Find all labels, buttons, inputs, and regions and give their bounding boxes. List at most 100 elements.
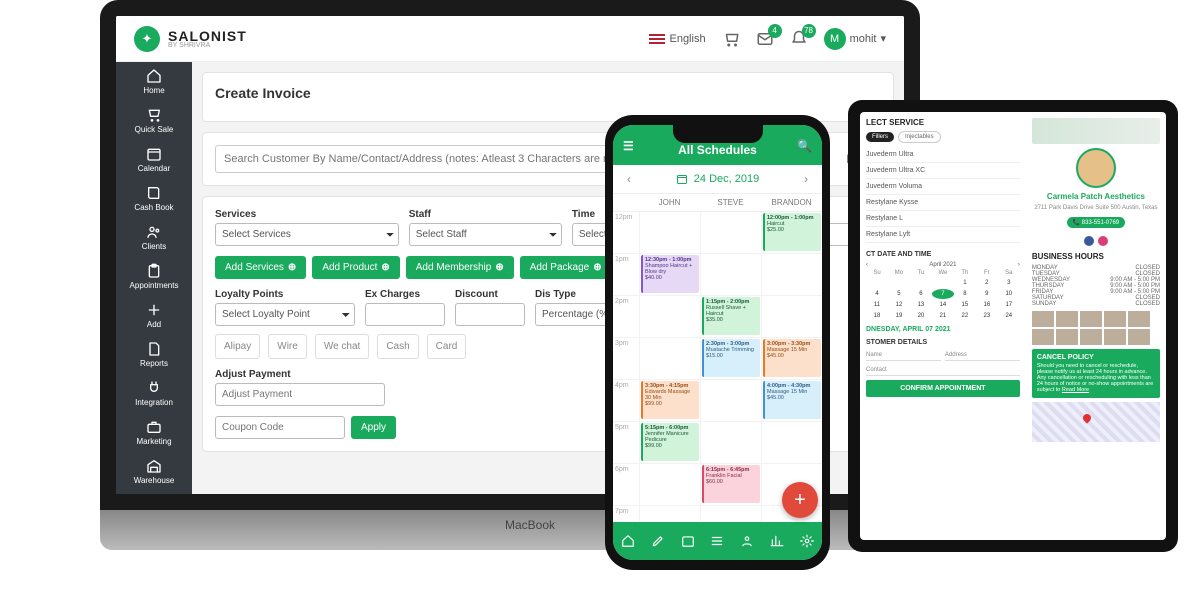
calendar-day[interactable]: 14 (932, 300, 954, 310)
calendar-day[interactable]: 15 (954, 300, 976, 310)
gallery-thumb[interactable] (1104, 329, 1126, 345)
cal-next[interactable]: › (1018, 262, 1020, 268)
services-select[interactable]: Select Services (215, 223, 399, 246)
messages-button[interactable]: 4 (756, 30, 774, 48)
appointment-event[interactable]: 3:00pm - 3:30pmMassage 15 Min$45.00 (763, 339, 821, 377)
confirm-appointment-button[interactable]: CONFIRM APPOINTMENT (866, 380, 1020, 397)
gallery-thumb[interactable] (1104, 311, 1126, 327)
sidebar-item-add[interactable]: Add (116, 296, 192, 335)
home-icon[interactable] (621, 534, 635, 548)
phone-date[interactable]: 24 Dec, 2019 (694, 173, 759, 185)
chip-fillers[interactable]: Fillers (866, 132, 894, 142)
language-selector[interactable]: English (649, 33, 705, 45)
gallery-thumb[interactable] (1032, 311, 1054, 327)
calendar-day[interactable]: 8 (954, 289, 976, 299)
service-item[interactable]: Juvederm Voluma (866, 179, 1020, 195)
users-icon[interactable] (740, 534, 754, 548)
next-day-button[interactable]: › (804, 172, 808, 186)
service-item[interactable]: Juvederm Ultra (866, 147, 1020, 163)
sidebar-item-warehouse[interactable]: Warehouse (116, 452, 192, 491)
add-product-button[interactable]: Add Product⊕ (312, 256, 399, 279)
sidebar-item-marketing[interactable]: Marketing (116, 413, 192, 452)
calendar-day[interactable]: 10 (998, 289, 1020, 299)
calendar-day[interactable]: 5 (888, 289, 910, 299)
sidebar-item-cash-book[interactable]: Cash Book (116, 179, 192, 218)
read-more-link[interactable]: Read More (1062, 387, 1089, 393)
search-icon[interactable]: 🔍 (797, 139, 812, 153)
mini-calendar[interactable]: ‹April 2021› SuMoTuWeThFrSa 123456789101… (866, 262, 1020, 322)
sidebar-item-appointments[interactable]: Appointments (116, 257, 192, 296)
gallery-thumb[interactable] (1128, 329, 1150, 345)
calendar-icon[interactable] (681, 534, 695, 548)
staff-col[interactable]: STEVE (700, 194, 761, 211)
calendar-day[interactable]: 4 (866, 289, 888, 299)
sidebar-item-quick-sale[interactable]: Quick Sale (116, 101, 192, 140)
payment-alipay[interactable]: Alipay (215, 334, 260, 359)
gallery-thumb[interactable] (1080, 311, 1102, 327)
chip-injectables[interactable]: Injectables (898, 131, 941, 143)
discount-input[interactable] (455, 303, 525, 326)
cust-contact-field[interactable]: Contact (866, 365, 1020, 376)
gallery-thumb[interactable] (1056, 329, 1078, 345)
fab-add-button[interactable]: + (782, 482, 818, 518)
calendar-day[interactable]: 12 (888, 300, 910, 310)
brand-logo[interactable]: ✦ SALONIST BY SHRIVRA (134, 26, 247, 52)
cust-address-field[interactable]: Address (945, 350, 1020, 361)
appointment-event[interactable]: 12:30pm - 1:00pmShampoo Haircut + Blow d… (641, 255, 699, 293)
staff-col[interactable]: JOHN (639, 194, 700, 211)
notifications-button[interactable]: 78 (790, 30, 808, 48)
gallery-thumb[interactable] (1032, 329, 1054, 345)
sidebar-item-expense[interactable]: Expense (116, 491, 192, 494)
facebook-icon[interactable] (1084, 236, 1094, 246)
apply-button[interactable]: Apply (351, 416, 396, 439)
calendar-day[interactable]: 2 (976, 278, 998, 288)
appointment-event[interactable]: 12:00pm - 1:00pmHaircut$25.00 (763, 213, 821, 251)
cart-button[interactable] (722, 30, 740, 48)
service-item[interactable]: Restylane Kysse (866, 195, 1020, 211)
adjust-payment-input[interactable] (215, 383, 385, 406)
payment-cash[interactable]: Cash (377, 334, 418, 359)
add-membership-button[interactable]: Add Membership⊕ (406, 256, 514, 279)
clinic-phone-button[interactable]: 📞 833-551-0769 (1067, 217, 1126, 228)
calendar-day[interactable] (932, 278, 954, 288)
calendar-day[interactable]: 23 (976, 311, 998, 321)
loyalty-select[interactable]: Select Loyalty Point (215, 303, 355, 326)
calendar-day[interactable]: 21 (932, 311, 954, 321)
calendar-day[interactable] (910, 278, 932, 288)
phone-schedule-grid[interactable]: 12pm12:00pm - 1:00pmHaircut$25.001pm12:3… (613, 212, 822, 522)
payment-wechat[interactable]: We chat (315, 334, 370, 359)
edit-icon[interactable] (651, 534, 665, 548)
calendar-day[interactable]: 9 (976, 289, 998, 299)
staff-col[interactable]: BRANDON (761, 194, 822, 211)
prev-day-button[interactable]: ‹ (627, 172, 631, 186)
cust-name-field[interactable]: Name (866, 350, 941, 361)
location-map[interactable] (1032, 402, 1160, 442)
coupon-input[interactable] (215, 416, 345, 439)
cal-prev[interactable]: ‹ (866, 262, 868, 268)
sidebar-item-calendar[interactable]: Calendar (116, 140, 192, 179)
calendar-day[interactable]: 7 (932, 289, 954, 299)
service-item[interactable]: Juvederm Ultra XC (866, 163, 1020, 179)
calendar-day[interactable]: 18 (866, 311, 888, 321)
calendar-day[interactable]: 16 (976, 300, 998, 310)
payment-wire[interactable]: Wire (268, 334, 307, 359)
calendar-day[interactable]: 20 (910, 311, 932, 321)
calendar-day[interactable]: 1 (954, 278, 976, 288)
service-item[interactable]: Restylane Lyft (866, 227, 1020, 243)
chart-icon[interactable] (770, 534, 784, 548)
payment-card[interactable]: Card (427, 334, 467, 359)
user-menu[interactable]: M mohit ▾ (824, 28, 886, 50)
calendar-day[interactable] (866, 278, 888, 288)
hamburger-icon[interactable]: ☰ (623, 139, 634, 153)
appointment-event[interactable]: 3:30pm - 4:15pmEdwards Massage 30 Min$99… (641, 381, 699, 419)
sidebar-item-integration[interactable]: Integration (116, 374, 192, 413)
sidebar-item-clients[interactable]: Clients (116, 218, 192, 257)
calendar-day[interactable]: 13 (910, 300, 932, 310)
photo-gallery[interactable] (1032, 311, 1160, 345)
sidebar-item-home[interactable]: Home (116, 62, 192, 101)
service-item[interactable]: Restylane L (866, 211, 1020, 227)
ex-charges-input[interactable] (365, 303, 445, 326)
appointment-event[interactable]: 4:00pm - 4:30pmMassage 15 Min$45.00 (763, 381, 821, 419)
calendar-day[interactable]: 24 (998, 311, 1020, 321)
add-services-button[interactable]: Add Services⊕ (215, 256, 306, 279)
